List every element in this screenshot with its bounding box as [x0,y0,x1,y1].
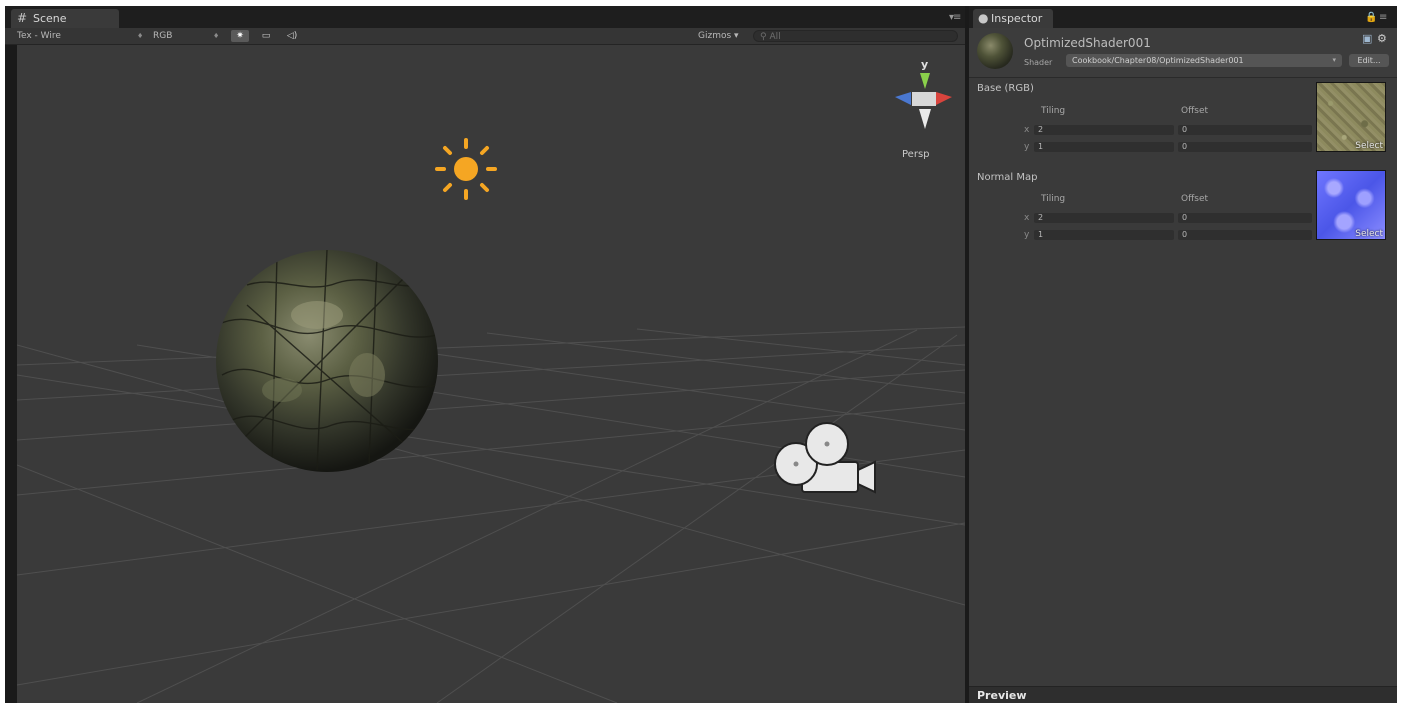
texture-title: Normal Map [977,172,1038,183]
camera-icon[interactable] [774,422,876,494]
tab-inspector-label: Inspector [991,12,1043,25]
scene-panel: # Scene ▾≡ Tex - Wire ♦ RGB ♦ ✷ ▭ ◁) Giz… [5,6,965,703]
texture-title: Base (RGB) [977,83,1034,94]
editor-window: # Scene ▾≡ Tex - Wire ♦ RGB ♦ ✷ ▭ ◁) Giz… [5,6,1397,703]
audio-icon[interactable]: ◁) [283,30,301,42]
material-preview-icon [977,33,1013,69]
sun-icon[interactable]: ✷ [231,30,249,42]
gizmos-label: Gizmos [698,31,732,41]
chevron-down-icon: ▾ [1332,56,1336,64]
ground-grid [17,326,965,703]
panel-menu-icon[interactable]: ▾≡ [949,12,961,23]
y-axis-label: y [1024,230,1030,240]
offset-label: Offset [1181,106,1209,116]
gizmo-y-label: y [921,58,928,71]
light-icon[interactable] [435,138,497,200]
material-header: OptimizedShader001 ▣ ⚙ Shader Cookbook/C… [969,28,1397,78]
inspector-panel: ● Inspector 🔒 ≡ OptimizedShader001 ▣ ⚙ S… [969,6,1397,703]
search-placeholder: All [769,32,781,42]
dropdown-arrow-icon: ♦ [137,32,144,40]
base-texture-thumbnail[interactable]: Select [1316,82,1386,152]
gizmos-dropdown[interactable]: Gizmos ▾ [698,28,739,44]
panel-menu-icon[interactable]: ≡ [1379,12,1387,23]
tab-scene-label: Scene [33,12,67,25]
x-axis-label: x [1024,125,1030,135]
orientation-gizmo[interactable]: y [895,58,952,129]
info-icon: ● [978,11,989,25]
tab-scene[interactable]: # Scene [11,9,119,28]
channel-value: RGB [153,31,173,41]
tiling-label: Tiling [1041,194,1066,204]
view-mode-label[interactable]: Persp [902,149,930,160]
draw-mode-dropdown[interactable]: Tex - Wire [17,28,61,44]
offset-y-field[interactable]: 0 [1178,230,1312,240]
sphere-object[interactable] [216,250,438,472]
y-axis-label: y [1024,142,1030,152]
tiling-x-field[interactable]: 2 [1034,213,1174,223]
scene-render: y [17,58,965,703]
tiling-x-field[interactable]: 2 [1034,125,1174,135]
shader-value: Cookbook/Chapter08/OptimizedShader001 [1072,56,1244,65]
tiling-label: Tiling [1041,106,1066,116]
offset-x-field[interactable]: 0 [1178,125,1312,135]
preview-header[interactable]: Preview [969,686,1397,703]
scene-toolbar: Tex - Wire ♦ RGB ♦ ✷ ▭ ◁) Gizmos ▾ ⚲ All [5,28,965,45]
tab-inspector[interactable]: ● Inspector [973,9,1053,28]
scene-tabbar: # Scene ▾≡ [5,6,965,28]
scene-search-input[interactable]: ⚲ All [753,30,958,42]
x-axis-label: x [1024,213,1030,223]
inspector-tabbar: ● Inspector 🔒 ≡ [969,6,1397,28]
dropdown-arrow-icon: ♦ [213,32,220,40]
normal-map-thumbnail[interactable]: Select [1316,170,1386,240]
scene-viewport[interactable]: y Persp [17,45,965,703]
lock-icon[interactable]: 🔒 [1365,12,1377,23]
image-icon[interactable]: ▭ [257,30,275,42]
tiling-y-field[interactable]: 1 [1034,142,1174,152]
shader-label: Shader [1024,58,1053,67]
select-texture-button[interactable]: Select [1355,229,1383,239]
edit-shader-button[interactable]: Edit... [1349,54,1389,67]
search-icon: ⚲ [760,32,767,42]
tiling-y-field[interactable]: 1 [1034,230,1174,240]
grid-icon: # [17,11,28,25]
channel-dropdown[interactable]: RGB [153,28,172,44]
material-name: OptimizedShader001 [1024,36,1151,50]
offset-y-field[interactable]: 0 [1178,142,1312,152]
shader-dropdown[interactable]: Cookbook/Chapter08/OptimizedShader001 ▾ [1066,54,1342,67]
offset-label: Offset [1181,194,1209,204]
offset-x-field[interactable]: 0 [1178,213,1312,223]
gear-icon[interactable]: ⚙ [1377,32,1387,45]
help-icon[interactable]: ▣ [1362,32,1372,45]
draw-mode-value: Tex - Wire [17,31,61,41]
select-texture-button[interactable]: Select [1355,141,1383,151]
